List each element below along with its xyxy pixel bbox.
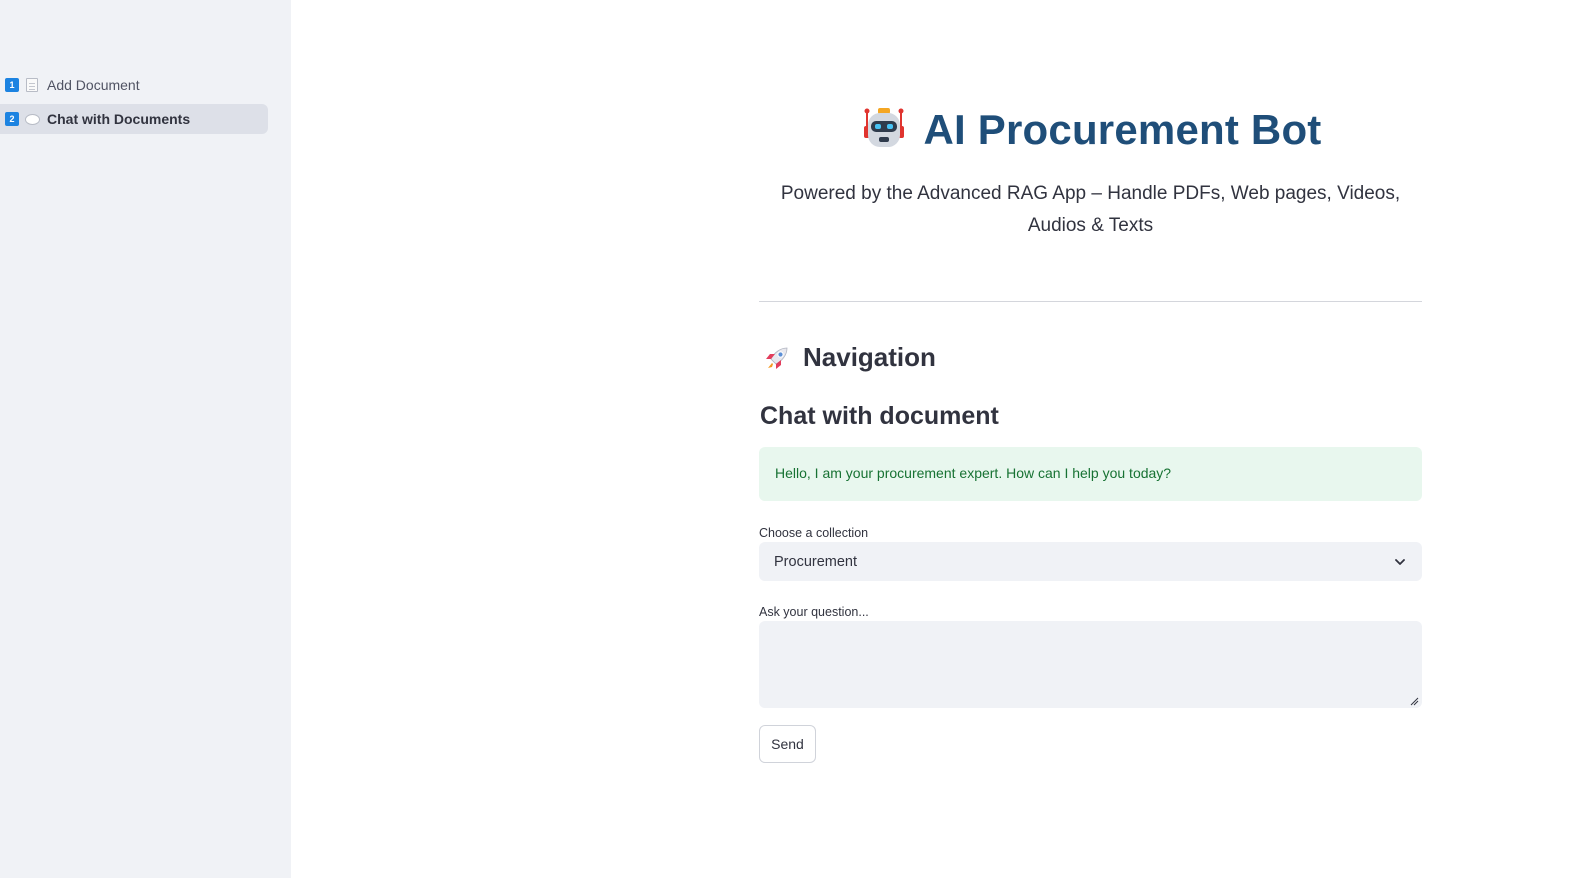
speech-bubble-icon xyxy=(25,113,40,125)
sidebar-nav: 1 Add Document 2 Chat with Documents xyxy=(0,70,268,138)
page-title: AI Procurement Bot xyxy=(923,106,1322,153)
sidebar: 1 Add Document 2 Chat with Documents xyxy=(0,0,291,878)
collection-select[interactable]: Procurement xyxy=(759,542,1422,581)
sidebar-item-label: Chat with Documents xyxy=(47,111,191,127)
chevron-down-icon xyxy=(1395,558,1405,565)
sidebar-item-add-document[interactable]: 1 Add Document xyxy=(0,70,268,100)
number-2-badge: 2 xyxy=(5,112,19,126)
rocket-icon xyxy=(766,347,788,369)
resize-grip-icon[interactable] xyxy=(1410,697,1419,706)
robot-icon xyxy=(863,108,904,147)
navigation-heading: Navigation xyxy=(763,342,936,373)
navigation-heading-text: Navigation xyxy=(803,342,936,372)
app-root: 1 Add Document 2 Chat with Documents AI … xyxy=(0,0,1595,878)
sidebar-item-chat-with-documents[interactable]: 2 Chat with Documents xyxy=(0,104,268,134)
page-subtitle: Powered by the Advanced RAG App – Handle… xyxy=(780,183,1401,236)
collection-select-value: Procurement xyxy=(774,553,858,570)
question-textarea[interactable] xyxy=(759,621,1422,708)
number-1-badge: 1 xyxy=(5,78,19,92)
chat-section-title: Chat with document xyxy=(760,402,999,430)
collection-label: Choose a collection xyxy=(759,526,869,540)
send-button[interactable]: Send xyxy=(759,725,816,763)
document-icon xyxy=(26,78,38,92)
greeting-alert: Hello, I am your procurement expert. How… xyxy=(759,447,1422,501)
divider xyxy=(759,301,1422,302)
sidebar-item-label: Add Document xyxy=(47,77,140,93)
question-label: Ask your question... xyxy=(759,605,869,619)
page-header: AI Procurement Bot xyxy=(759,106,1422,154)
